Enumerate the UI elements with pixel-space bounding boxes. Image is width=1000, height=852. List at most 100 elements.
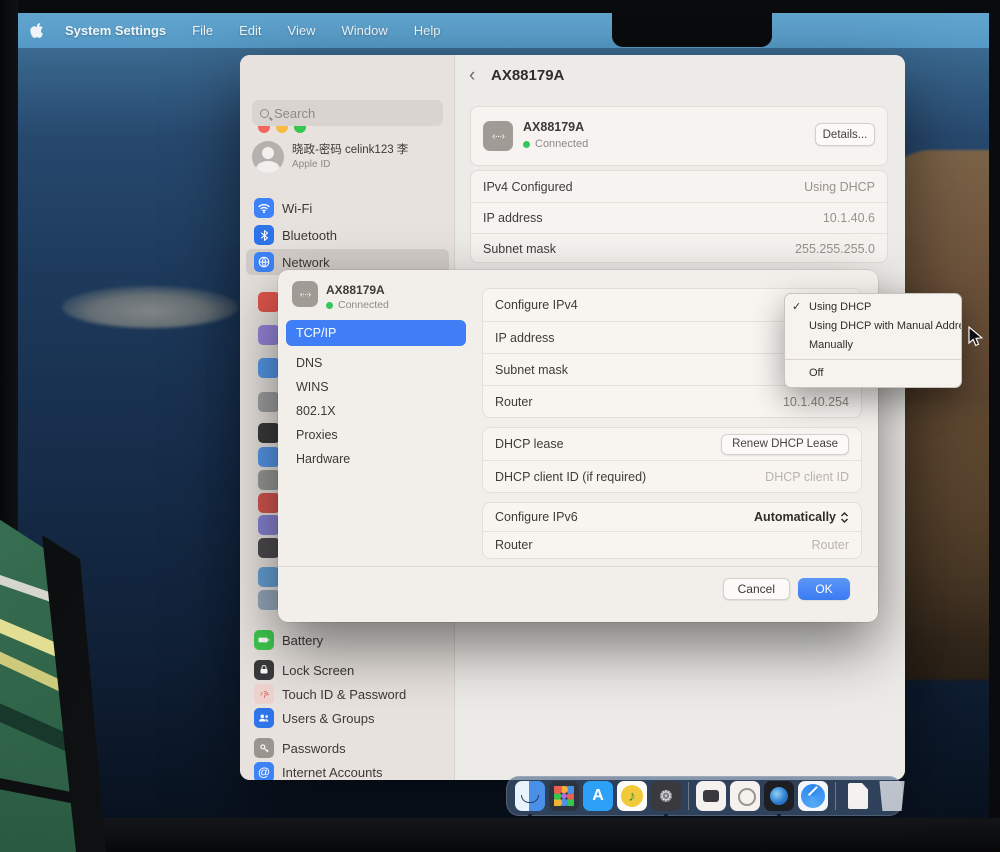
globe-icon xyxy=(254,252,274,272)
row-label: Router xyxy=(495,538,533,552)
menu-edit[interactable]: Edit xyxy=(239,23,261,38)
router-row: Router 10.1.40.254 xyxy=(483,385,861,417)
menu-file[interactable]: File xyxy=(192,23,213,38)
cancel-button[interactable]: Cancel xyxy=(723,578,790,600)
wallpaper-island-left xyxy=(62,286,238,328)
avatar xyxy=(252,141,284,173)
dhcp-lease-row: DHCP lease Renew DHCP Lease xyxy=(483,428,861,460)
music-app-icon[interactable] xyxy=(617,781,647,811)
ipv6-router-input[interactable]: Router xyxy=(811,538,849,552)
hidden-sidebar-icon xyxy=(258,358,280,378)
hidden-sidebar-icon xyxy=(258,325,280,345)
bluetooth-icon xyxy=(254,225,274,245)
page-title: AX88179A xyxy=(491,67,564,84)
row-value: 10.1.40.6 xyxy=(823,211,875,225)
safari-icon[interactable] xyxy=(798,781,828,811)
tab-dns[interactable]: DNS xyxy=(296,356,322,370)
router-value: 10.1.40.254 xyxy=(783,395,849,409)
menu-view[interactable]: View xyxy=(288,23,316,38)
menu-item-off[interactable]: Off xyxy=(785,364,961,383)
renew-dhcp-lease-button[interactable]: Renew DHCP Lease xyxy=(721,434,849,455)
launchpad-icon[interactable] xyxy=(549,781,579,811)
system-settings-icon[interactable]: ⚙ xyxy=(651,781,681,811)
sidebar-item-bluetooth[interactable]: Bluetooth xyxy=(246,222,449,248)
sidebar-item-label: Users & Groups xyxy=(282,711,374,726)
battery-icon xyxy=(254,630,274,650)
sidebar-item-passwords[interactable]: Passwords xyxy=(246,735,449,761)
ipv6-router-row: Router Router xyxy=(483,531,861,558)
menu-window[interactable]: Window xyxy=(341,23,387,38)
details-button[interactable]: Details... xyxy=(815,123,875,146)
screen-bezel-bottom xyxy=(0,818,1000,852)
row-label: IP address xyxy=(495,331,555,345)
sidebar-item-internet-accounts[interactable]: @ Internet Accounts xyxy=(246,759,449,780)
hidden-sidebar-icon xyxy=(258,423,280,443)
tab-tcpip[interactable]: TCP/IP xyxy=(286,320,466,346)
hidden-sidebar-icon xyxy=(258,493,280,513)
sidebar-item-wifi[interactable]: Wi-Fi xyxy=(246,195,449,221)
table-row: IPv4 Configured Using DHCP xyxy=(471,171,887,202)
lock-icon xyxy=(254,660,274,680)
table-row: IP address 10.1.40.6 xyxy=(471,202,887,233)
search-input[interactable]: Search xyxy=(252,100,443,126)
key-icon xyxy=(254,738,274,758)
device-status: Connected xyxy=(535,138,588,150)
checkmark-icon: ✓ xyxy=(792,298,801,317)
sidebar-item-label: Network xyxy=(282,255,330,270)
hidden-sidebar-icon xyxy=(258,470,280,490)
profile-subtitle: Apple ID xyxy=(292,159,330,170)
row-label: Subnet mask xyxy=(483,242,556,256)
web-browser-icon[interactable] xyxy=(764,781,794,811)
tab-wins[interactable]: WINS xyxy=(296,380,329,394)
device-photos-icon[interactable] xyxy=(730,781,760,811)
divider xyxy=(278,566,878,567)
hidden-sidebar-icon xyxy=(258,515,280,535)
configure-ipv6-popup[interactable]: Automatically xyxy=(754,510,849,524)
ethernet-adapter-icon: ‹···› xyxy=(292,281,318,307)
stepper-icon xyxy=(840,511,849,524)
app-store-icon[interactable]: A xyxy=(583,781,613,811)
sheet-device-name: AX88179A xyxy=(326,283,385,297)
row-label: IPv4 Configured xyxy=(483,180,573,194)
dock: A ⚙ xyxy=(506,776,902,816)
finder-icon[interactable] xyxy=(515,781,545,811)
menu-item-using-dhcp-manual[interactable]: Using DHCP with Manual Address xyxy=(785,317,961,336)
hidden-sidebar-icon xyxy=(258,392,280,412)
menu-item-manually[interactable]: Manually xyxy=(785,336,961,355)
documents-icon[interactable] xyxy=(843,781,873,811)
trash-icon[interactable] xyxy=(877,781,907,811)
row-label: DHCP lease xyxy=(495,437,564,451)
tab-proxies[interactable]: Proxies xyxy=(296,428,338,442)
dhcp-client-id-input[interactable]: DHCP client ID xyxy=(765,470,849,484)
sidebar-item-users-groups[interactable]: Users & Groups xyxy=(246,705,449,731)
menu-item-using-dhcp[interactable]: ✓ Using DHCP xyxy=(785,298,961,317)
menu-separator xyxy=(785,359,961,360)
menu-bar: System Settings File Edit View Window He… xyxy=(0,13,1000,48)
screen-bezel-right xyxy=(989,0,1000,852)
menu-help[interactable]: Help xyxy=(414,23,441,38)
device-utility-icon[interactable] xyxy=(696,781,726,811)
hidden-sidebar-icon xyxy=(258,538,280,558)
apple-menu-icon[interactable] xyxy=(30,23,43,38)
tab-8021x[interactable]: 802.1X xyxy=(296,404,336,418)
sidebar-item-touch-id[interactable]: Touch ID & Password xyxy=(246,681,449,707)
device-card: ‹···› AX88179A Connected Details... xyxy=(470,106,888,166)
dhcp-client-id-row: DHCP client ID (if required) DHCP client… xyxy=(483,460,861,492)
dock-separator xyxy=(835,782,836,810)
tab-hardware[interactable]: Hardware xyxy=(296,452,350,466)
sidebar-item-battery[interactable]: Battery xyxy=(246,627,449,653)
menu-app-name[interactable]: System Settings xyxy=(65,23,166,38)
ipv6-group: Configure IPv6 Automatically Router Rout… xyxy=(482,502,862,559)
configure-ipv6-row: Configure IPv6 Automatically xyxy=(483,503,861,531)
photo-of-laptop-screen: System Settings File Edit View Window He… xyxy=(0,0,1000,852)
sidebar-item-lock-screen[interactable]: Lock Screen xyxy=(246,657,449,683)
connected-dot xyxy=(326,302,333,309)
mouse-cursor xyxy=(968,326,985,348)
sidebar-item-label: Bluetooth xyxy=(282,228,337,243)
macos-desktop: System Settings File Edit View Window He… xyxy=(0,0,1000,852)
row-label: Configure IPv4 xyxy=(495,298,578,312)
dock-separator xyxy=(688,782,689,810)
ok-button[interactable]: OK xyxy=(798,578,850,600)
apple-id-profile[interactable]: 晓政-密码 celink123 李 Apple ID xyxy=(252,137,443,177)
back-chevron-icon[interactable]: ‹ xyxy=(469,65,475,87)
